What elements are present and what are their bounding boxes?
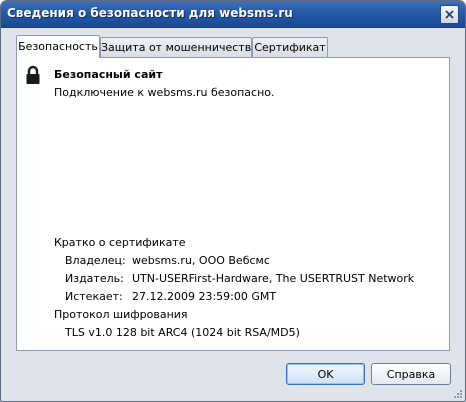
expires-label: Истекает: xyxy=(65,290,123,303)
close-icon xyxy=(445,10,454,19)
secure-site-heading: Безопасный сайт xyxy=(54,68,163,81)
connection-description: Подключение к websms.ru безопасно. xyxy=(54,86,275,99)
expires-value: 27.12.2009 23:59:00 GMT xyxy=(132,290,277,303)
protocol-heading: Протокол шифрования xyxy=(54,308,188,321)
protocol-value: TLS v1.0 128 bit ARC4 (1024 bit RSA/MD5) xyxy=(65,326,300,339)
owner-label: Владелец: xyxy=(65,254,126,267)
issuer-value: UTN-USERFirst-Hardware, The USERTRUST Ne… xyxy=(132,272,415,285)
tab-certificate[interactable]: Сертификат xyxy=(252,37,328,57)
ok-button[interactable]: OK xyxy=(286,363,365,385)
security-info-dialog: Сведения о безопасности для websms.ru Бе… xyxy=(0,0,466,402)
title-bar[interactable]: Сведения о безопасности для websms.ru xyxy=(1,1,465,28)
help-button[interactable]: Справка xyxy=(371,363,451,385)
security-panel: Безопасный сайт Подключение к websms.ru … xyxy=(16,57,450,351)
issuer-label: Издатель: xyxy=(65,272,124,285)
certificate-summary-heading: Кратко о сертификате xyxy=(54,236,186,249)
tab-security[interactable]: Безопасность xyxy=(16,35,100,58)
resize-grip-icon[interactable] xyxy=(452,388,463,399)
owner-value: websms.ru, ООО Вебсмс xyxy=(132,254,270,267)
close-button[interactable] xyxy=(440,5,459,24)
window-title: Сведения о безопасности для websms.ru xyxy=(7,6,293,20)
lock-icon xyxy=(26,65,40,84)
tab-phishing-protection[interactable]: Защита от мошенничества xyxy=(100,37,258,57)
